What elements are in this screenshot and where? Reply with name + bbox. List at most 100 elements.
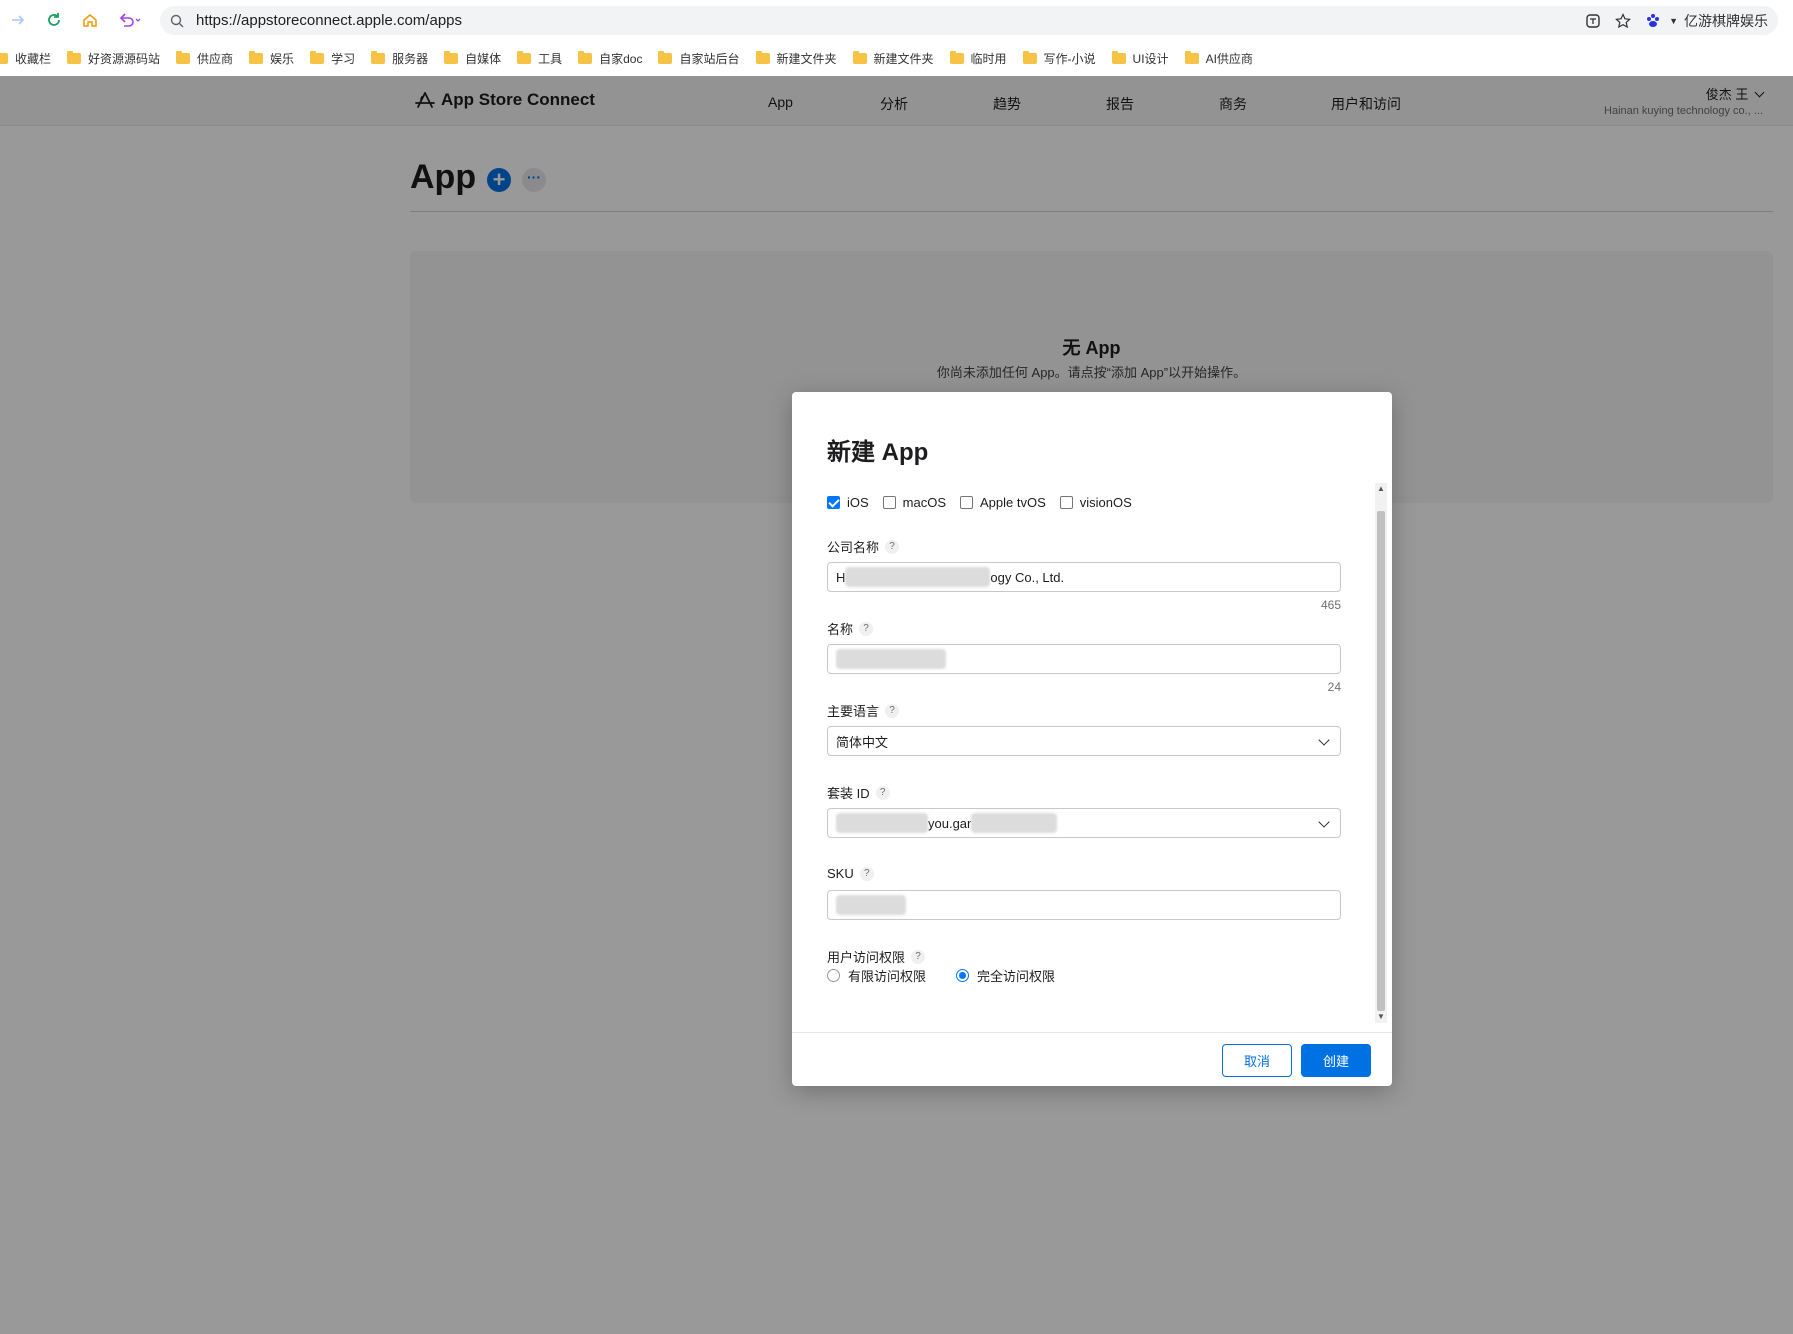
- home-button[interactable]: [72, 0, 108, 40]
- bookmark-folder[interactable]: 供应商: [176, 50, 233, 67]
- folder-icon: [310, 50, 325, 64]
- user-access-radio-group: 有限访问权限 完全访问权限: [827, 966, 1085, 985]
- scroll-thumb[interactable]: [1377, 511, 1385, 1011]
- folder-icon: [517, 50, 532, 64]
- folder-icon: [852, 50, 867, 64]
- cancel-button[interactable]: 取消: [1222, 1044, 1292, 1077]
- folder-icon: [67, 50, 82, 64]
- bookmarks-bar: 收藏栏 好资源源码站 供应商 娱乐 学习 服务器 自媒体 工具 自家doc 自家…: [0, 44, 1793, 72]
- company-name-label: 公司名称 ?: [827, 537, 900, 556]
- folder-icon: [755, 50, 770, 64]
- redacted-text: [836, 813, 928, 833]
- dialog-footer: 取消 创建: [792, 1032, 1392, 1086]
- url-text: https://appstoreconnect.apple.com/apps: [196, 12, 463, 29]
- bookmark-folder[interactable]: 收藏栏: [0, 50, 51, 67]
- search-icon: [170, 14, 184, 27]
- folder-icon: [371, 50, 386, 64]
- checkbox-unchecked: [882, 495, 896, 509]
- chevron-down-icon: [1318, 734, 1330, 746]
- folder-icon: [0, 52, 8, 64]
- undo-icon: [119, 13, 141, 27]
- limited-access-radio[interactable]: 有限访问权限: [827, 966, 926, 985]
- name-input[interactable]: [827, 644, 1341, 674]
- folder-icon: [444, 50, 459, 64]
- platform-tvos-checkbox[interactable]: Apple tvOS: [960, 495, 1046, 510]
- help-icon[interactable]: ?: [859, 621, 874, 636]
- full-access-radio[interactable]: 完全访问权限: [956, 966, 1055, 985]
- arrow-right-icon: [12, 15, 25, 25]
- folder-icon: [949, 50, 964, 64]
- bookmark-folder[interactable]: 好资源源码站: [67, 50, 160, 67]
- paw-icon: [1647, 13, 1660, 27]
- dialog-body: iOS macOS Apple tvOS visionOS 公司名称 ? H o…: [792, 482, 1392, 1022]
- bookmark-folder[interactable]: 新建文件夹: [755, 50, 837, 67]
- chevron-down-icon: [1318, 816, 1330, 828]
- bookmark-folder[interactable]: AI供应商: [1184, 50, 1253, 67]
- company-name-input[interactable]: H ogy Co., Ltd.: [827, 562, 1341, 592]
- redacted-text: [971, 813, 1058, 833]
- help-icon[interactable]: ?: [875, 785, 890, 800]
- bookmark-folder[interactable]: 服务器: [371, 50, 428, 67]
- radio-selected: [956, 969, 970, 982]
- checkbox-unchecked: [960, 495, 974, 509]
- help-icon[interactable]: ?: [885, 539, 900, 554]
- folder-icon: [1111, 50, 1126, 64]
- address-bar-actions: ▼ 亿游棋牌娱乐: [1585, 6, 1768, 35]
- bookmark-folder[interactable]: 自家站后台: [658, 50, 740, 67]
- bookmark-folder[interactable]: 自媒体: [444, 50, 501, 67]
- undo-button[interactable]: [108, 0, 152, 40]
- reload-button[interactable]: [36, 0, 72, 40]
- dialog-scrollbar[interactable]: ▲ ▼: [1375, 483, 1387, 1023]
- user-access-label: 用户访问权限 ?: [827, 947, 926, 966]
- translate-icon[interactable]: [1585, 13, 1601, 29]
- star-icon[interactable]: [1615, 12, 1632, 29]
- sku-input[interactable]: [827, 890, 1341, 920]
- radio-unselected: [827, 969, 840, 982]
- redacted-text: [836, 895, 906, 915]
- folder-icon: [176, 50, 191, 64]
- profile-name: 亿游棋牌娱乐: [1684, 12, 1768, 29]
- bookmark-folder[interactable]: 学习: [310, 50, 355, 67]
- bookmark-folder[interactable]: 工具: [517, 50, 562, 67]
- scroll-up-arrow-icon[interactable]: ▲: [1375, 483, 1387, 495]
- platform-checkboxes: iOS macOS Apple tvOS visionOS: [827, 482, 1146, 522]
- platform-visionos-checkbox[interactable]: visionOS: [1059, 495, 1132, 510]
- checkbox-unchecked: [1059, 495, 1073, 509]
- bundle-id-label: 套装 ID ?: [827, 783, 890, 802]
- folder-icon: [578, 50, 593, 64]
- name-label: 名称 ?: [827, 619, 874, 638]
- profile-dropdown-arrow: ▼: [1669, 15, 1678, 26]
- browser-toolbar: https://appstoreconnect.apple.com/apps ▼…: [0, 0, 1793, 40]
- reload-icon: [48, 13, 60, 26]
- folder-icon: [1184, 50, 1199, 64]
- help-icon[interactable]: ?: [885, 703, 900, 718]
- scroll-down-arrow-icon[interactable]: ▼: [1375, 1011, 1387, 1023]
- home-icon: [83, 14, 97, 27]
- forward-button[interactable]: [0, 0, 36, 40]
- redacted-text: [836, 649, 946, 669]
- bookmark-folder[interactable]: 新建文件夹: [852, 50, 934, 67]
- folder-icon: [1022, 50, 1037, 64]
- bookmark-folder[interactable]: UI设计: [1111, 50, 1169, 67]
- help-icon[interactable]: ?: [911, 949, 926, 964]
- bookmark-folder[interactable]: 娱乐: [249, 50, 294, 67]
- company-name-char-count: 465: [1320, 598, 1341, 612]
- redacted-text: [845, 567, 991, 587]
- create-button[interactable]: 创建: [1301, 1044, 1371, 1077]
- bookmark-folder[interactable]: 写作-小说: [1022, 50, 1096, 67]
- name-char-count: 24: [1327, 680, 1341, 694]
- bundle-id-select[interactable]: you.gar: [827, 808, 1341, 838]
- bookmark-folder[interactable]: 临时用: [949, 50, 1007, 67]
- sku-label: SKU ?: [827, 866, 874, 881]
- primary-language-label: 主要语言 ?: [827, 701, 900, 720]
- folder-icon: [249, 50, 264, 64]
- primary-language-select[interactable]: 简体中文: [827, 726, 1341, 756]
- address-bar[interactable]: https://appstoreconnect.apple.com/apps ▼…: [160, 6, 1778, 35]
- checkbox-checked: [827, 495, 840, 509]
- help-icon[interactable]: ?: [859, 866, 874, 881]
- new-app-dialog: 新建 App iOS macOS Apple tvOS visionOS 公司名…: [792, 392, 1392, 1086]
- platform-ios-checkbox[interactable]: iOS: [827, 495, 869, 510]
- profile-menu[interactable]: ▼ 亿游棋牌娱乐: [1645, 11, 1768, 31]
- platform-macos-checkbox[interactable]: macOS: [882, 495, 946, 510]
- bookmark-folder[interactable]: 自家doc: [578, 50, 642, 67]
